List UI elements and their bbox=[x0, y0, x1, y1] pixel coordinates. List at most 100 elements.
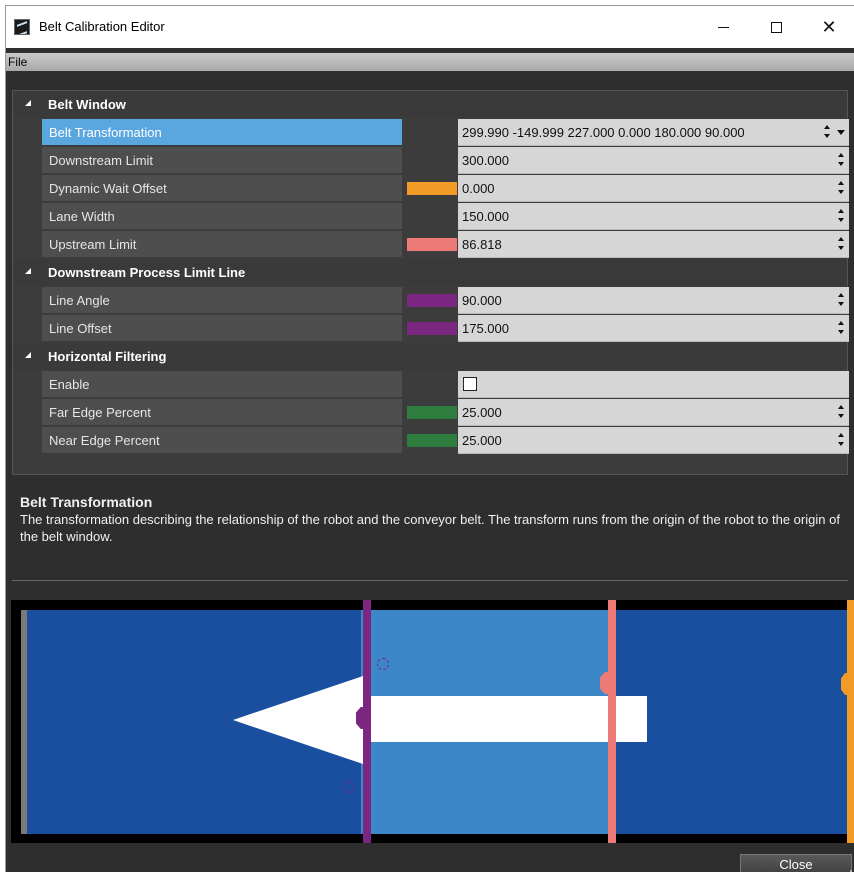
category-row[interactable]: Belt Window bbox=[13, 91, 847, 118]
spinner-icon[interactable] bbox=[837, 431, 845, 449]
collapse-triangle-icon[interactable] bbox=[25, 268, 31, 274]
close-window-button[interactable]: ✕ bbox=[806, 6, 852, 48]
property-row[interactable]: Line Offset 175.000 bbox=[13, 315, 849, 342]
property-row[interactable]: Lane Width 150.000 bbox=[13, 203, 849, 230]
menu-file[interactable]: File bbox=[8, 55, 27, 69]
color-swatch-cell bbox=[402, 315, 458, 342]
property-label[interactable]: Line Angle bbox=[42, 287, 402, 314]
belt-direction-arrow-icon bbox=[233, 676, 363, 764]
property-label[interactable]: Line Offset bbox=[42, 315, 402, 342]
belt-edge bbox=[21, 610, 27, 834]
app-icon bbox=[14, 19, 30, 35]
resize-grip-icon[interactable] bbox=[846, 866, 854, 872]
color-swatch-cell bbox=[402, 231, 458, 258]
category-label: Downstream Process Limit Line bbox=[48, 265, 246, 280]
belt-direction-arrow-shaft bbox=[341, 696, 647, 742]
property-value[interactable]: 300.000 bbox=[462, 153, 509, 168]
dropdown-arrow-icon[interactable] bbox=[837, 130, 845, 135]
property-label[interactable]: Belt Transformation bbox=[42, 119, 402, 146]
collapse-triangle-icon[interactable] bbox=[25, 100, 31, 106]
property-value-field[interactable]: 90.000 bbox=[458, 287, 849, 314]
color-swatch-cell bbox=[402, 427, 458, 454]
property-row[interactable]: Dynamic Wait Offset 0.000 bbox=[13, 175, 849, 202]
minimize-button[interactable] bbox=[700, 6, 746, 48]
belt-visualization bbox=[11, 600, 854, 843]
property-value-field[interactable]: 86.818 bbox=[458, 231, 849, 258]
collapse-triangle-icon[interactable] bbox=[25, 352, 31, 358]
category-row[interactable]: Horizontal Filtering bbox=[13, 343, 847, 370]
property-label[interactable]: Lane Width bbox=[42, 203, 402, 230]
property-label[interactable]: Upstream Limit bbox=[42, 231, 402, 258]
color-swatch bbox=[407, 182, 457, 195]
close-button[interactable]: Close bbox=[740, 854, 852, 872]
property-value[interactable]: 86.818 bbox=[462, 237, 502, 252]
description-body: The transformation describing the relati… bbox=[20, 512, 840, 544]
belt-calibration-window: Belt Calibration Editor ✕ File Belt Wind… bbox=[5, 5, 854, 872]
property-value-field[interactable]: 25.000 bbox=[458, 427, 849, 454]
property-value[interactable]: 0.000 bbox=[462, 181, 495, 196]
category-label: Belt Window bbox=[48, 97, 126, 112]
maximize-icon bbox=[770, 21, 782, 33]
color-swatch bbox=[407, 294, 457, 307]
property-value[interactable]: 25.000 bbox=[462, 433, 502, 448]
minimize-icon bbox=[717, 26, 729, 28]
category-label: Horizontal Filtering bbox=[48, 349, 167, 364]
rotate-handle-icon[interactable] bbox=[343, 781, 355, 793]
property-grid: Belt Window Belt Transformation 299.990 -1… bbox=[12, 90, 849, 475]
spinner-icon[interactable] bbox=[837, 179, 845, 197]
spinner-icon[interactable] bbox=[837, 403, 845, 421]
property-value-field[interactable]: 0.000 bbox=[458, 175, 849, 202]
spinner-icon[interactable] bbox=[837, 207, 845, 225]
color-swatch-cell bbox=[402, 175, 458, 202]
spinner-icon[interactable] bbox=[823, 123, 831, 141]
window-title: Belt Calibration Editor bbox=[39, 19, 165, 34]
color-swatch bbox=[407, 406, 457, 419]
property-label[interactable]: Downstream Limit bbox=[42, 147, 402, 174]
menu-bar: File bbox=[6, 53, 854, 71]
enable-checkbox[interactable] bbox=[463, 377, 477, 391]
property-value[interactable]: 150.000 bbox=[462, 209, 509, 224]
property-row[interactable]: Line Angle 90.000 bbox=[13, 287, 849, 314]
dynamic-wait-line[interactable] bbox=[847, 600, 854, 843]
property-value-field[interactable] bbox=[458, 371, 849, 398]
color-swatch-cell bbox=[402, 287, 458, 314]
spinner-icon[interactable] bbox=[837, 291, 845, 309]
property-value[interactable]: 90.000 bbox=[462, 293, 502, 308]
property-row[interactable]: Near Edge Percent 25.000 bbox=[13, 427, 849, 454]
property-value[interactable]: 175.000 bbox=[462, 321, 509, 336]
property-label[interactable]: Enable bbox=[42, 371, 402, 398]
property-row[interactable]: Enable bbox=[13, 371, 849, 398]
spinner-icon[interactable] bbox=[837, 319, 845, 337]
title-bar: Belt Calibration Editor ✕ bbox=[6, 6, 854, 48]
property-row[interactable]: Downstream Limit 300.000 bbox=[13, 147, 849, 174]
property-label[interactable]: Near Edge Percent bbox=[42, 427, 402, 454]
color-swatch bbox=[407, 434, 457, 447]
color-swatch-cell bbox=[402, 119, 458, 146]
property-value-field[interactable]: 300.000 bbox=[458, 147, 849, 174]
description-text-area: Belt Transformation The transformation d… bbox=[20, 494, 845, 545]
category-row[interactable]: Downstream Process Limit Line bbox=[13, 259, 847, 286]
color-swatch bbox=[407, 322, 457, 335]
maximize-button[interactable] bbox=[753, 6, 799, 48]
property-value-field[interactable]: 150.000 bbox=[458, 203, 849, 230]
property-label[interactable]: Dynamic Wait Offset bbox=[42, 175, 402, 202]
spinner-icon[interactable] bbox=[837, 151, 845, 169]
property-row[interactable]: Belt Transformation 299.990 -149.999 227.… bbox=[13, 119, 849, 146]
property-value[interactable]: 299.990 -149.999 227.000 0.000 180.000 9… bbox=[462, 125, 745, 140]
description-title: Belt Transformation bbox=[20, 494, 153, 510]
property-label[interactable]: Far Edge Percent bbox=[42, 399, 402, 426]
upstream-limit-line[interactable] bbox=[608, 600, 616, 843]
property-row[interactable]: Upstream Limit 86.818 bbox=[13, 231, 849, 258]
property-value-field[interactable]: 175.000 bbox=[458, 315, 849, 342]
color-swatch-cell bbox=[402, 147, 458, 174]
color-swatch bbox=[407, 238, 457, 251]
close-icon: ✕ bbox=[821, 16, 837, 37]
rotate-handle-icon[interactable] bbox=[377, 658, 389, 670]
spinner-icon[interactable] bbox=[837, 235, 845, 253]
property-value[interactable]: 25.000 bbox=[462, 405, 502, 420]
property-value-field[interactable]: 25.000 bbox=[458, 399, 849, 426]
property-value-field[interactable]: 299.990 -149.999 227.000 0.000 180.000 9… bbox=[458, 119, 849, 146]
color-swatch-cell bbox=[402, 203, 458, 230]
color-swatch-cell bbox=[402, 371, 458, 398]
property-row[interactable]: Far Edge Percent 25.000 bbox=[13, 399, 849, 426]
